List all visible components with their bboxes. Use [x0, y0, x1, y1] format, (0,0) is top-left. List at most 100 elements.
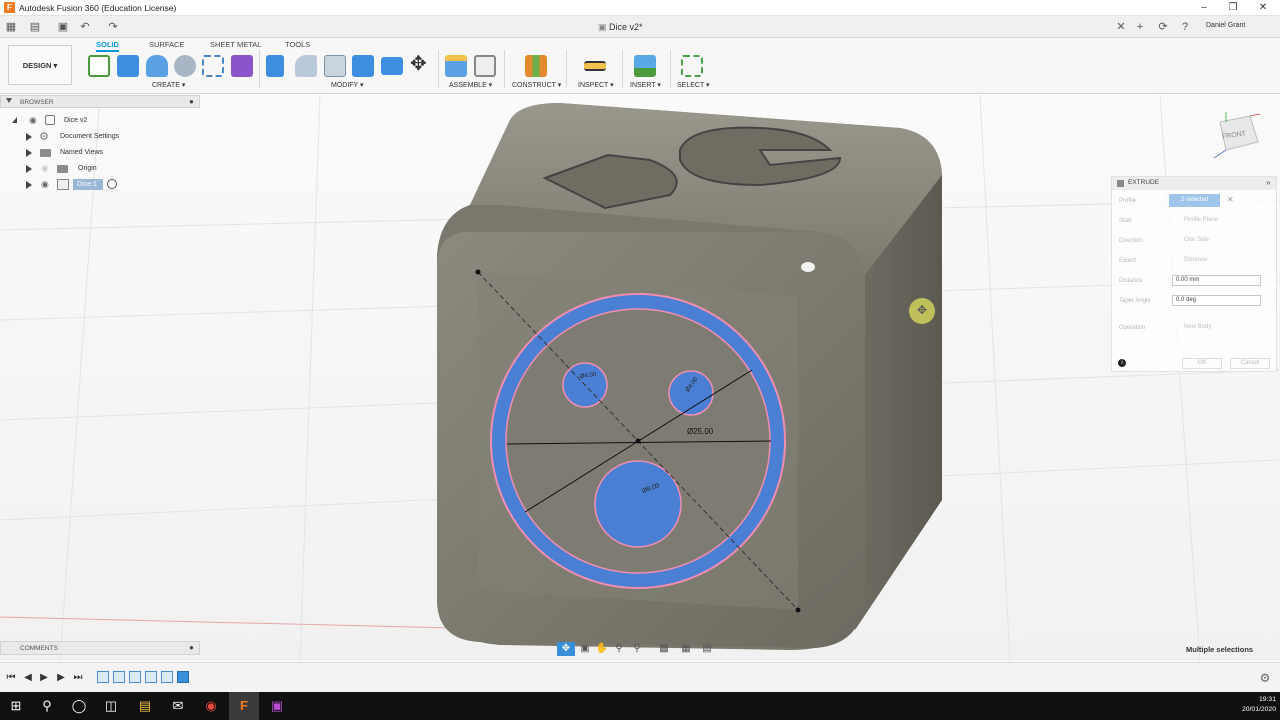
- expand-icon[interactable]: [26, 165, 32, 173]
- distance-input[interactable]: 0.00 mm: [1172, 275, 1261, 286]
- comments-panel[interactable]: COMMENTS ●: [0, 641, 200, 655]
- select-menu[interactable]: SELECT ▾: [677, 81, 710, 89]
- hole-icon[interactable]: [174, 55, 196, 77]
- close-tab-icon[interactable]: ✕: [1114, 20, 1128, 34]
- file-menu-icon[interactable]: ▤: [28, 20, 42, 34]
- expand-icon[interactable]: [26, 133, 32, 141]
- inspect-menu[interactable]: INSPECT ▾: [578, 81, 614, 89]
- collapse-browser-icon[interactable]: [6, 98, 12, 103]
- fillet-icon[interactable]: [295, 55, 317, 77]
- chrome-icon[interactable]: ◉: [196, 692, 226, 720]
- browser-item-document-settings[interactable]: ⚙ Document Settings: [0, 129, 200, 145]
- search-icon[interactable]: ⚲: [32, 692, 62, 720]
- timeline-settings-gear-icon[interactable]: ⚙: [1259, 672, 1271, 684]
- close-window-button[interactable]: ✕: [1248, 0, 1278, 16]
- extrude-icon[interactable]: [117, 55, 139, 77]
- job-status-icon[interactable]: ⟳: [1156, 20, 1170, 34]
- step-back-icon[interactable]: ◀: [22, 672, 34, 684]
- joint-icon[interactable]: [474, 55, 496, 77]
- viewports-icon[interactable]: ▤: [700, 642, 714, 656]
- timeline-feature-emboss[interactable]: [161, 671, 173, 683]
- info-icon[interactable]: i: [1118, 359, 1126, 367]
- press-pull-icon[interactable]: [266, 55, 284, 77]
- create-sketch-icon[interactable]: [88, 55, 110, 77]
- tab-solid[interactable]: SOLID: [96, 40, 119, 52]
- document-tab[interactable]: ▣ Dice v2*: [598, 16, 643, 38]
- mail-icon[interactable]: ✉: [163, 692, 193, 720]
- new-component-icon[interactable]: [445, 55, 467, 77]
- shell-icon[interactable]: [324, 55, 346, 77]
- workspace-switcher-button[interactable]: DESIGN ▾: [8, 45, 72, 85]
- assemble-menu[interactable]: ASSEMBLE ▾: [449, 81, 492, 89]
- browser-item-dice-component[interactable]: ◉ Dice:1: [0, 177, 200, 193]
- grid-settings-icon[interactable]: ▦: [679, 642, 693, 656]
- add-comment-icon[interactable]: ●: [189, 643, 194, 652]
- tab-sheet-metal[interactable]: SHEET METAL: [210, 40, 261, 50]
- timeline-feature-sketch[interactable]: [97, 671, 109, 683]
- browser-item-named-views[interactable]: Named Views: [0, 145, 200, 161]
- go-to-start-icon[interactable]: ⏮: [5, 672, 17, 684]
- operation-dropdown[interactable]: New Body: [1172, 324, 1211, 335]
- revolve-icon[interactable]: [146, 55, 168, 77]
- task-view-icon[interactable]: ◫: [96, 692, 126, 720]
- pattern-icon[interactable]: [202, 55, 224, 77]
- new-tab-icon[interactable]: +: [1133, 20, 1147, 34]
- browser-options-icon[interactable]: ●: [189, 97, 194, 106]
- direction-dropdown[interactable]: One Side: [1172, 237, 1209, 248]
- measure-icon[interactable]: [584, 61, 606, 71]
- zoom-icon[interactable]: ⚲: [612, 642, 626, 656]
- zoom-window-icon[interactable]: ⚲: [630, 642, 644, 656]
- insert-menu[interactable]: INSERT ▾: [630, 81, 661, 89]
- clear-selection-icon[interactable]: ✕: [1227, 195, 1234, 204]
- screen-recorder-icon[interactable]: ▣: [262, 692, 292, 720]
- insert-image-icon[interactable]: [634, 55, 656, 77]
- timeline-feature-sketch-2[interactable]: [145, 671, 157, 683]
- minimize-button[interactable]: –: [1189, 0, 1219, 16]
- undo-icon[interactable]: ↶: [78, 20, 92, 34]
- hidden-eye-icon[interactable]: ◉: [41, 163, 49, 174]
- browser-item-root[interactable]: ◉ Dice v2: [0, 113, 200, 129]
- help-icon[interactable]: ?: [1178, 20, 1192, 34]
- windows-start-icon[interactable]: ⊞: [1, 692, 31, 720]
- display-settings-icon[interactable]: ▩: [657, 642, 671, 656]
- orbit-icon[interactable]: ✥: [557, 642, 575, 656]
- tab-surface[interactable]: SURFACE: [149, 40, 184, 50]
- cancel-button[interactable]: Cancel: [1230, 358, 1270, 369]
- cortana-icon[interactable]: ◯: [64, 692, 94, 720]
- taskbar-clock[interactable]: 19:31 20/01/2020: [1226, 695, 1276, 715]
- user-name[interactable]: Daniel Grant: [1206, 22, 1245, 29]
- create-menu[interactable]: CREATE ▾: [152, 81, 185, 89]
- move-icon[interactable]: ✥: [410, 53, 427, 75]
- extent-dropdown[interactable]: Distance: [1172, 257, 1207, 268]
- browser-item-origin[interactable]: ◉ Origin: [0, 161, 200, 177]
- file-explorer-icon[interactable]: ▤: [130, 692, 160, 720]
- apps-grid-icon[interactable]: ▦: [4, 20, 18, 34]
- step-forward-icon[interactable]: ▶: [55, 672, 67, 684]
- modify-menu[interactable]: MODIFY ▾: [331, 81, 364, 89]
- tab-tools[interactable]: TOOLS: [285, 40, 310, 50]
- timeline-feature-active[interactable]: [177, 671, 189, 683]
- combine-icon[interactable]: [352, 55, 374, 77]
- split-body-icon[interactable]: [381, 57, 403, 75]
- redo-icon[interactable]: ↷: [106, 20, 120, 34]
- pan-icon[interactable]: ✋: [595, 642, 609, 656]
- ok-button[interactable]: OK: [1182, 358, 1222, 369]
- offset-plane-icon[interactable]: [525, 55, 547, 77]
- expand-icon[interactable]: [26, 181, 32, 189]
- create-form-icon[interactable]: [231, 55, 253, 77]
- visibility-eye-icon[interactable]: ◉: [29, 115, 37, 126]
- expand-icon[interactable]: [26, 149, 32, 157]
- expand-dialog-icon[interactable]: »: [1266, 178, 1270, 187]
- dimension-outer-diameter[interactable]: Ø25.00: [687, 427, 713, 436]
- construct-menu[interactable]: CONSTRUCT ▾: [512, 81, 561, 89]
- visibility-eye-icon[interactable]: ◉: [41, 179, 49, 190]
- select-window-icon[interactable]: [681, 55, 703, 77]
- fusion-taskbar-icon[interactable]: F: [229, 692, 259, 720]
- profile-selection[interactable]: 2 selected: [1169, 194, 1220, 207]
- expanded-icon[interactable]: [12, 117, 17, 123]
- look-at-icon[interactable]: ▣: [578, 642, 592, 656]
- go-to-end-icon[interactable]: ⏭: [72, 672, 84, 684]
- timeline-feature-extrude[interactable]: [113, 671, 125, 683]
- activate-component-icon[interactable]: [107, 179, 117, 189]
- taper-angle-input[interactable]: 0.0 deg: [1172, 295, 1261, 306]
